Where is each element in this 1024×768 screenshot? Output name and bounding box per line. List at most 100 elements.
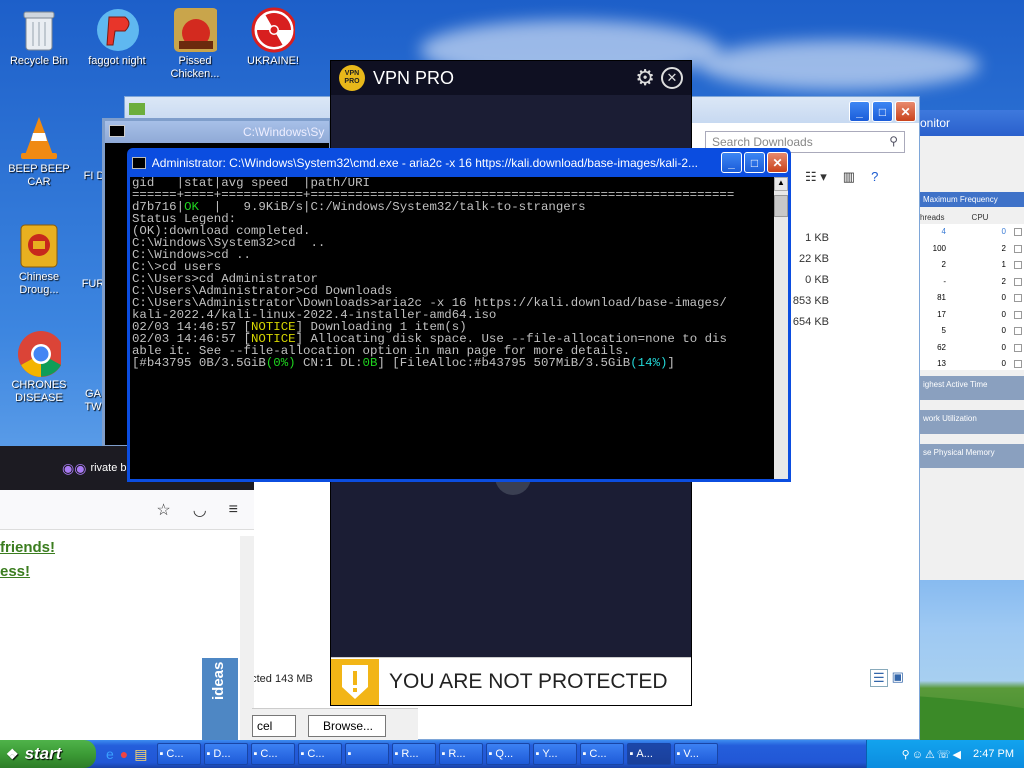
page-link[interactable]: ess! — [0, 560, 254, 584]
table-row[interactable]: 50 — [920, 323, 1024, 340]
folder-icon[interactable]: ▤ — [134, 746, 147, 763]
table-row[interactable]: 81 0 — [920, 290, 1024, 307]
desktop: Recycle Bin faggot night Pissed Chicken.… — [0, 0, 1024, 740]
minimize-button[interactable]: _ — [849, 101, 870, 122]
desktop-icon-chrome[interactable]: CHRONES DISEASE — [2, 331, 76, 405]
warning-shield-icon — [331, 658, 379, 705]
chinese-app-icon — [17, 224, 61, 268]
gear-icon[interactable]: ⚙ — [635, 65, 655, 91]
scroll-thumb[interactable] — [774, 195, 788, 217]
console-output[interactable]: gid |stat|avg speed |path/URI ======+====… — [130, 177, 774, 479]
tray-icons[interactable]: ⚲☺⚠☏◀ — [902, 748, 963, 761]
folder-icon — [129, 103, 145, 115]
browser-window[interactable]: ◉◉ rivate b ☆ ◡ ≡ friends! ess! ideas — [0, 446, 254, 740]
row-checkbox[interactable] — [1014, 261, 1022, 269]
row-checkbox[interactable] — [1014, 343, 1022, 352]
table-row[interactable]: 13 0 — [920, 356, 1024, 370]
app-icon — [95, 8, 139, 52]
table-row[interactable]: 100 2 — [920, 241, 1024, 258]
vpn-warning-banner: YOU ARE NOT PROTECTED — [331, 657, 691, 705]
row-checkbox[interactable] — [1014, 277, 1022, 286]
bookmark-star-icon[interactable]: ☆ — [156, 500, 170, 520]
details-view-icon[interactable]: ☰ — [870, 669, 888, 687]
table-row[interactable]: 62 0 — [920, 340, 1024, 357]
desktop-icon-chinese[interactable]: Chinese Droug... — [2, 224, 76, 297]
taskbar-label: Q... — [495, 748, 514, 760]
file-size: 654 KB — [792, 316, 829, 328]
menu-icon[interactable]: ≡ — [229, 501, 238, 519]
window-title: onitor — [920, 110, 1024, 136]
row-checkbox[interactable] — [1014, 294, 1022, 302]
table-row[interactable]: 40 — [920, 224, 1024, 241]
pocket-icon[interactable]: ◡ — [193, 500, 207, 520]
desktop-icon-app[interactable]: faggot night — [80, 8, 154, 68]
row-checkbox[interactable] — [1014, 228, 1022, 236]
close-button[interactable]: ✕ — [767, 152, 788, 173]
app-icon: ▪ — [206, 748, 211, 760]
taskbar-button[interactable]: ▪ V... — [673, 743, 718, 765]
row-checkbox[interactable] — [1014, 327, 1022, 335]
taskbar-button[interactable]: ▪ Y... — [532, 743, 577, 765]
column-header-cpu[interactable]: CPU — [960, 213, 1000, 222]
cmd-titlebar[interactable]: Administrator: C:\Windows\System32\cmd.e… — [130, 151, 788, 174]
minimize-button[interactable]: _ — [721, 152, 742, 173]
taskbar-button[interactable]: ▪ R... — [438, 743, 483, 765]
scrollbar[interactable]: ▲ — [774, 177, 788, 479]
table-row[interactable]: 21 — [920, 257, 1024, 274]
row-checkbox[interactable] — [1014, 244, 1022, 253]
graph-label: ighest Active Time — [920, 376, 1024, 400]
ie-icon[interactable]: e — [106, 746, 114, 763]
graph-label: se Physical Memory — [920, 444, 1024, 468]
dialog-button-bar: cel Browse... — [252, 708, 418, 740]
taskbar-button[interactable]: ▪ D... — [203, 743, 248, 765]
taskbar-button[interactable]: ▪ C... — [156, 743, 201, 765]
side-tab[interactable]: ideas — [202, 658, 238, 740]
window-title: Administrator: C:\Windows\System32\cmd.e… — [151, 155, 699, 170]
desktop-icon-label: CHRONES DISEASE — [11, 379, 67, 404]
help-icon[interactable]: ? — [871, 169, 878, 185]
recycle-bin-icon — [17, 8, 61, 52]
start-button[interactable]: ❖ start — [0, 740, 96, 768]
cmd-window[interactable]: Administrator: C:\Windows\System32\cmd.e… — [127, 148, 791, 482]
maximize-button[interactable]: □ — [744, 152, 765, 173]
app-icon: ▪ — [253, 748, 258, 760]
row-checkbox[interactable] — [1014, 310, 1022, 319]
view-options-icon[interactable]: ☷ ▾ — [805, 169, 827, 185]
column-header-threads[interactable]: hreads — [920, 213, 960, 222]
taskbar-button[interactable]: ▪ Q... — [485, 743, 530, 765]
taskbar-button[interactable]: ▪ C... — [250, 743, 295, 765]
maximize-button[interactable]: □ — [872, 101, 893, 122]
taskbar-button[interactable]: ▪ C... — [579, 743, 624, 765]
taskbar-button[interactable]: ▪ A... — [626, 743, 671, 765]
taskbar-button[interactable]: ▪ C... — [297, 743, 342, 765]
scroll-up-arrow[interactable]: ▲ — [774, 177, 788, 191]
threads-cell: 13 — [937, 359, 946, 368]
row-checkbox[interactable] — [1014, 360, 1022, 368]
taskbar-button[interactable]: ▪ R... — [391, 743, 436, 765]
desktop-icon-recycle-bin[interactable]: Recycle Bin — [2, 8, 76, 68]
cancel-button[interactable]: cel — [252, 715, 296, 737]
thumbnail-view-icon[interactable]: ▣ — [892, 669, 904, 687]
desktop-icon-vlc[interactable]: BEEP BEEP CAR — [2, 116, 76, 189]
vpn-warning-text: YOU ARE NOT PROTECTED — [389, 669, 668, 693]
table-row[interactable]: 17 0 — [920, 307, 1024, 324]
taskbar-label: R... — [401, 748, 419, 760]
page-link[interactable]: friends! — [0, 536, 254, 560]
start-label: start — [24, 744, 62, 763]
desktop-icon-angry-birds[interactable]: Pissed Chicken... — [158, 8, 232, 81]
desktop-icon-ukraine[interactable]: UKRAINE! — [236, 7, 310, 68]
desktop-icon-label: faggot night — [88, 55, 146, 67]
resource-monitor-window[interactable]: onitor Maximum Frequency hreads CPU 4 0 10… — [920, 110, 1024, 580]
browse-button[interactable]: Browse... — [308, 715, 386, 737]
table-row[interactable]: -2 — [920, 274, 1024, 291]
angry-birds-icon — [173, 8, 217, 52]
preview-pane-icon[interactable]: ▥ — [843, 169, 855, 185]
taskbar-button[interactable]: ▪ — [344, 743, 389, 765]
close-icon[interactable]: ✕ — [661, 67, 683, 89]
process-table[interactable]: 40100221-281017050620130220 — [920, 224, 1024, 370]
taskbar-label: D... — [213, 748, 231, 760]
clock[interactable]: 2:47 PM — [973, 748, 1014, 760]
chrome-icon[interactable]: ● — [120, 746, 128, 763]
browser-tab-label[interactable]: rivate b — [90, 462, 126, 474]
close-button[interactable]: ✕ — [895, 101, 916, 122]
